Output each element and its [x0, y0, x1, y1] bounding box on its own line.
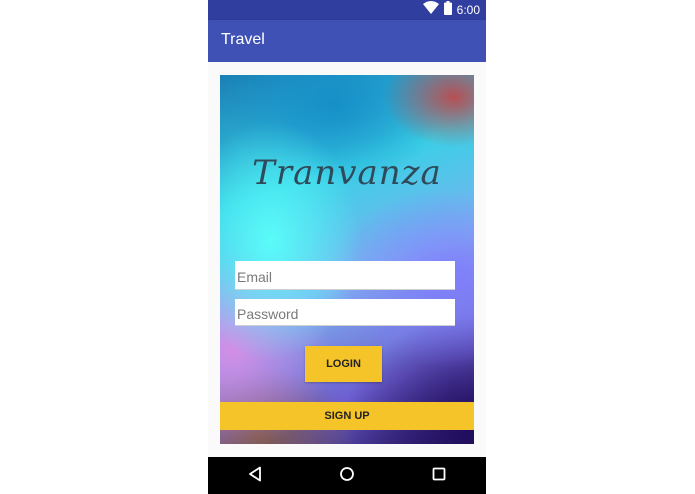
- back-icon: [248, 466, 262, 487]
- content-area: Tranvanza LOGIN SIGN UP: [208, 62, 486, 457]
- app-bar: Travel: [208, 20, 486, 62]
- app-title: Travel: [221, 31, 265, 48]
- phone-screen: 6:00 Travel Tranvanza LOGIN SIGN UP: [208, 0, 486, 494]
- status-time: 6:00: [456, 3, 480, 17]
- email-input[interactable]: [235, 261, 455, 290]
- back-button[interactable]: [244, 465, 266, 487]
- password-input[interactable]: [235, 299, 455, 326]
- status-bar: 6:00: [208, 0, 486, 20]
- signup-button[interactable]: SIGN UP: [220, 402, 474, 430]
- brand-logo-text: Tranvanza: [252, 153, 442, 193]
- recents-button[interactable]: [428, 465, 450, 487]
- home-icon: [339, 466, 355, 487]
- home-button[interactable]: [336, 465, 358, 487]
- navigation-bar: [208, 457, 486, 494]
- login-background: Tranvanza LOGIN SIGN UP: [220, 75, 474, 444]
- recents-icon: [432, 467, 446, 486]
- login-button[interactable]: LOGIN: [305, 346, 382, 382]
- battery-icon: [443, 0, 452, 20]
- wifi-icon: [422, 1, 439, 19]
- status-icons: 6:00: [422, 0, 480, 20]
